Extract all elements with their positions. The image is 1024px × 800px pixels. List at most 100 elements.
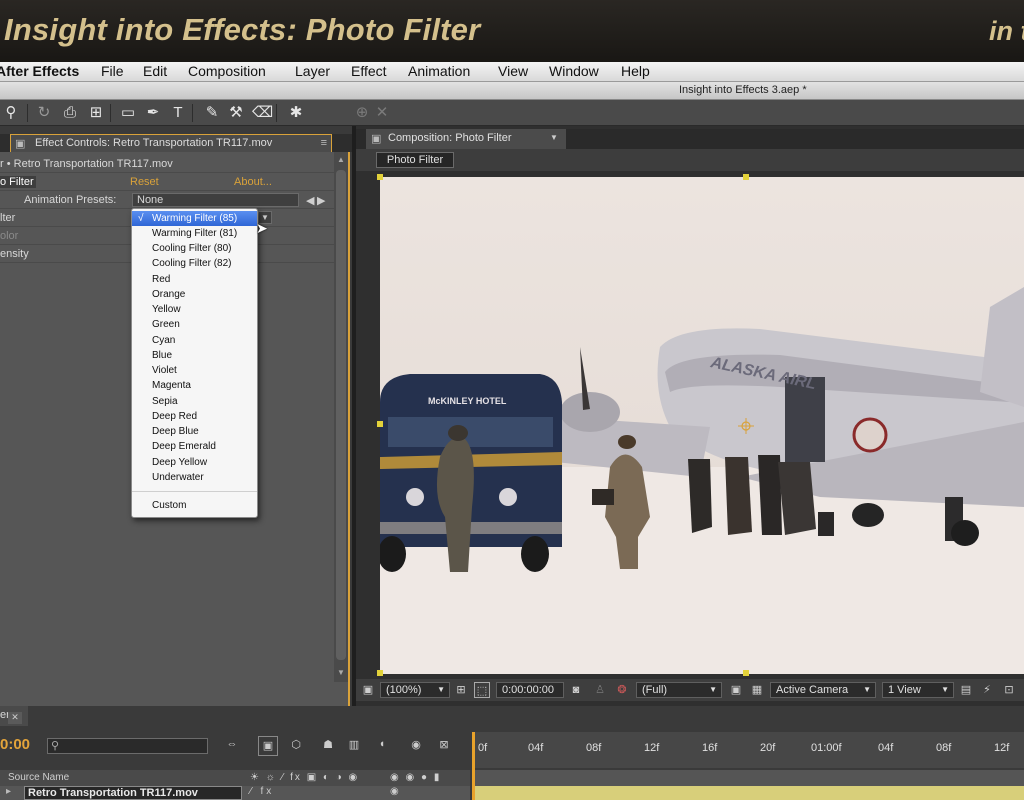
tab-composition[interactable]: ▣ Composition: Photo Filter ▼	[366, 129, 566, 149]
lock-icon[interactable]: ▣	[371, 132, 381, 145]
time-ruler[interactable]: 0f 04f 08f 12f 16f 20f 01:00f 04f 08f 12…	[472, 732, 1024, 768]
motion-blur-icon[interactable]: ◖	[372, 738, 392, 754]
layer-switches[interactable]: ⁄ fx	[250, 786, 274, 797]
filter-option-underwater[interactable]: Underwater	[132, 470, 257, 485]
menu-composition[interactable]: Composition	[188, 63, 266, 79]
filter-option-deep-red[interactable]: Deep Red	[132, 409, 257, 424]
world-axis-icon[interactable]: ✕	[372, 103, 392, 123]
pen-tool-icon[interactable]: ✒	[143, 103, 163, 123]
brush-tool-icon[interactable]: ✎	[202, 103, 222, 123]
composition-menu-arrow-icon[interactable]: ▼	[550, 133, 558, 142]
filter-option-cooling-80[interactable]: Cooling Filter (80)	[132, 241, 257, 256]
eye-icon[interactable]: ◉	[390, 786, 399, 797]
eraser-tool-icon[interactable]: ⌫	[252, 103, 273, 123]
filter-option-cooling-82[interactable]: Cooling Filter (82)	[132, 256, 257, 271]
animation-presets-select[interactable]: None	[132, 193, 299, 207]
menu-window[interactable]: Window	[549, 63, 599, 79]
layer-handle[interactable]	[377, 421, 383, 427]
camera-view-select[interactable]: Active Camera ▼	[770, 682, 876, 698]
source-name-header[interactable]: Source Name	[8, 772, 69, 783]
filter-option-cyan[interactable]: Cyan	[132, 333, 257, 348]
filter-option-deep-yellow[interactable]: Deep Yellow	[132, 455, 257, 470]
timeline-toggle-icon[interactable]: ⊡	[1001, 682, 1017, 698]
live-update-icon[interactable]: ▣	[258, 736, 278, 756]
filter-option-orange[interactable]: Orange	[132, 287, 257, 302]
filter-option-magenta[interactable]: Magenta	[132, 378, 257, 393]
filter-option-custom[interactable]: Custom	[132, 498, 257, 513]
view-layout-select[interactable]: 1 View ▼	[882, 682, 954, 698]
camera-tool-icon[interactable]: ⎙	[60, 103, 80, 123]
filter-option-yellow[interactable]: Yellow	[132, 302, 257, 317]
filter-option-deep-emerald[interactable]: Deep Emerald	[132, 439, 257, 454]
resolution-select[interactable]: (Full) ▼	[636, 682, 722, 698]
menu-app-name[interactable]: After Effects	[0, 63, 79, 79]
menu-edit[interactable]: Edit	[143, 63, 167, 79]
mask-visibility-icon[interactable]: ⬚	[474, 682, 490, 698]
av-features-icons[interactable]: ◉ ◉ ● ▮	[390, 772, 441, 783]
menu-view[interactable]: View	[498, 63, 528, 79]
always-preview-icon[interactable]: ▣	[360, 682, 376, 698]
layer-switches-icons[interactable]: ☀ ☼ ⁄ fx ▣ ◐ ◑ ◉	[250, 772, 359, 783]
frame-blending-icon[interactable]: ▥	[344, 738, 364, 754]
tab-effect-controls[interactable]: ▣ Effect Controls: Retro Transportation …	[10, 134, 332, 152]
type-tool-icon[interactable]: T	[168, 103, 188, 123]
scroll-down-icon[interactable]: ▼	[337, 668, 345, 677]
magnification-select[interactable]: (100%) ▼	[380, 682, 450, 698]
clone-stamp-tool-icon[interactable]: ⚒	[226, 103, 246, 123]
composition-viewer[interactable]: ALASKA AIRL McKINLEY HOTEL	[380, 177, 1024, 674]
reset-link[interactable]: Reset	[130, 176, 159, 188]
effect-name[interactable]: o Filter	[0, 176, 36, 188]
menu-animation[interactable]: Animation	[408, 63, 470, 79]
previous-preset-icon[interactable]: ◀	[306, 194, 314, 207]
layer-handle[interactable]	[377, 670, 383, 676]
zoom-tool-icon[interactable]: ⚲	[1, 103, 21, 123]
hide-shy-layers-icon[interactable]: ☗	[318, 738, 338, 754]
filter-option-warming-85[interactable]: √ Warming Filter (85)	[132, 211, 257, 226]
layer-handle[interactable]	[743, 174, 749, 180]
filter-option-red[interactable]: Red	[132, 272, 257, 287]
menu-layer[interactable]: Layer	[295, 63, 330, 79]
scrollbar-thumb[interactable]	[336, 170, 346, 660]
snapshot-camera-icon[interactable]: ◙	[568, 682, 584, 698]
draft-3d-icon[interactable]: ⬡	[286, 738, 306, 754]
close-tab-icon[interactable]: ✕	[8, 712, 22, 724]
layer-handle[interactable]	[377, 174, 383, 180]
timeline-current-time[interactable]: 0:00	[0, 736, 30, 753]
channel-rgb-icon[interactable]: ❂	[614, 682, 630, 698]
rectangle-tool-icon[interactable]: ▭	[118, 103, 138, 123]
layer-name[interactable]: Retro Transportation TR117.mov	[24, 786, 242, 800]
filter-option-warming-81[interactable]: Warming Filter (81)	[132, 226, 257, 241]
filter-option-deep-blue[interactable]: Deep Blue	[132, 424, 257, 439]
menu-effect[interactable]: Effect	[351, 63, 387, 79]
composition-navigator-chip[interactable]: Photo Filter	[376, 152, 454, 168]
axis-mode-icon[interactable]: ⊕	[352, 103, 372, 123]
show-snapshot-icon[interactable]: ♙	[592, 682, 608, 698]
panel-menu-icon[interactable]: ≡	[321, 137, 327, 149]
filter-option-blue[interactable]: Blue	[132, 348, 257, 363]
filter-option-violet[interactable]: Violet	[132, 363, 257, 378]
next-preset-icon[interactable]: ▶	[317, 194, 325, 207]
layer-row[interactable]: ▸ Retro Transportation TR117.mov ⁄ fx ◉	[0, 786, 470, 800]
brainstorm-icon[interactable]: ⊠	[434, 738, 454, 754]
region-of-interest-icon[interactable]: ▣	[728, 682, 744, 698]
current-time-indicator[interactable]	[472, 732, 475, 800]
transparency-grid-icon[interactable]: ▦	[749, 682, 765, 698]
current-time-display[interactable]: 0:00:00:00	[496, 682, 564, 698]
timeline-search-input[interactable]: ⚲	[47, 738, 208, 754]
about-link[interactable]: About...	[234, 176, 272, 188]
filter-option-green[interactable]: Green	[132, 317, 257, 332]
scroll-up-icon[interactable]: ▲	[337, 155, 345, 164]
layer-duration-bar[interactable]	[474, 786, 1024, 800]
puppet-pin-tool-icon[interactable]: ✱	[286, 103, 306, 123]
menu-file[interactable]: File	[101, 63, 124, 79]
layer-handle[interactable]	[743, 670, 749, 676]
fast-previews-icon[interactable]: ⚡	[979, 682, 995, 698]
lock-icon[interactable]: ▣	[15, 137, 25, 150]
pan-behind-tool-icon[interactable]: ⊞	[86, 103, 106, 123]
toggle-pixel-aspect-icon[interactable]: ▤	[958, 682, 974, 698]
grid-options-icon[interactable]: ⊞	[453, 682, 469, 698]
menu-help[interactable]: Help	[621, 63, 650, 79]
rotate-tool-icon[interactable]: ↻	[34, 103, 54, 123]
graph-editor-icon[interactable]: ◉	[406, 738, 426, 754]
filter-option-sepia[interactable]: Sepia	[132, 394, 257, 409]
